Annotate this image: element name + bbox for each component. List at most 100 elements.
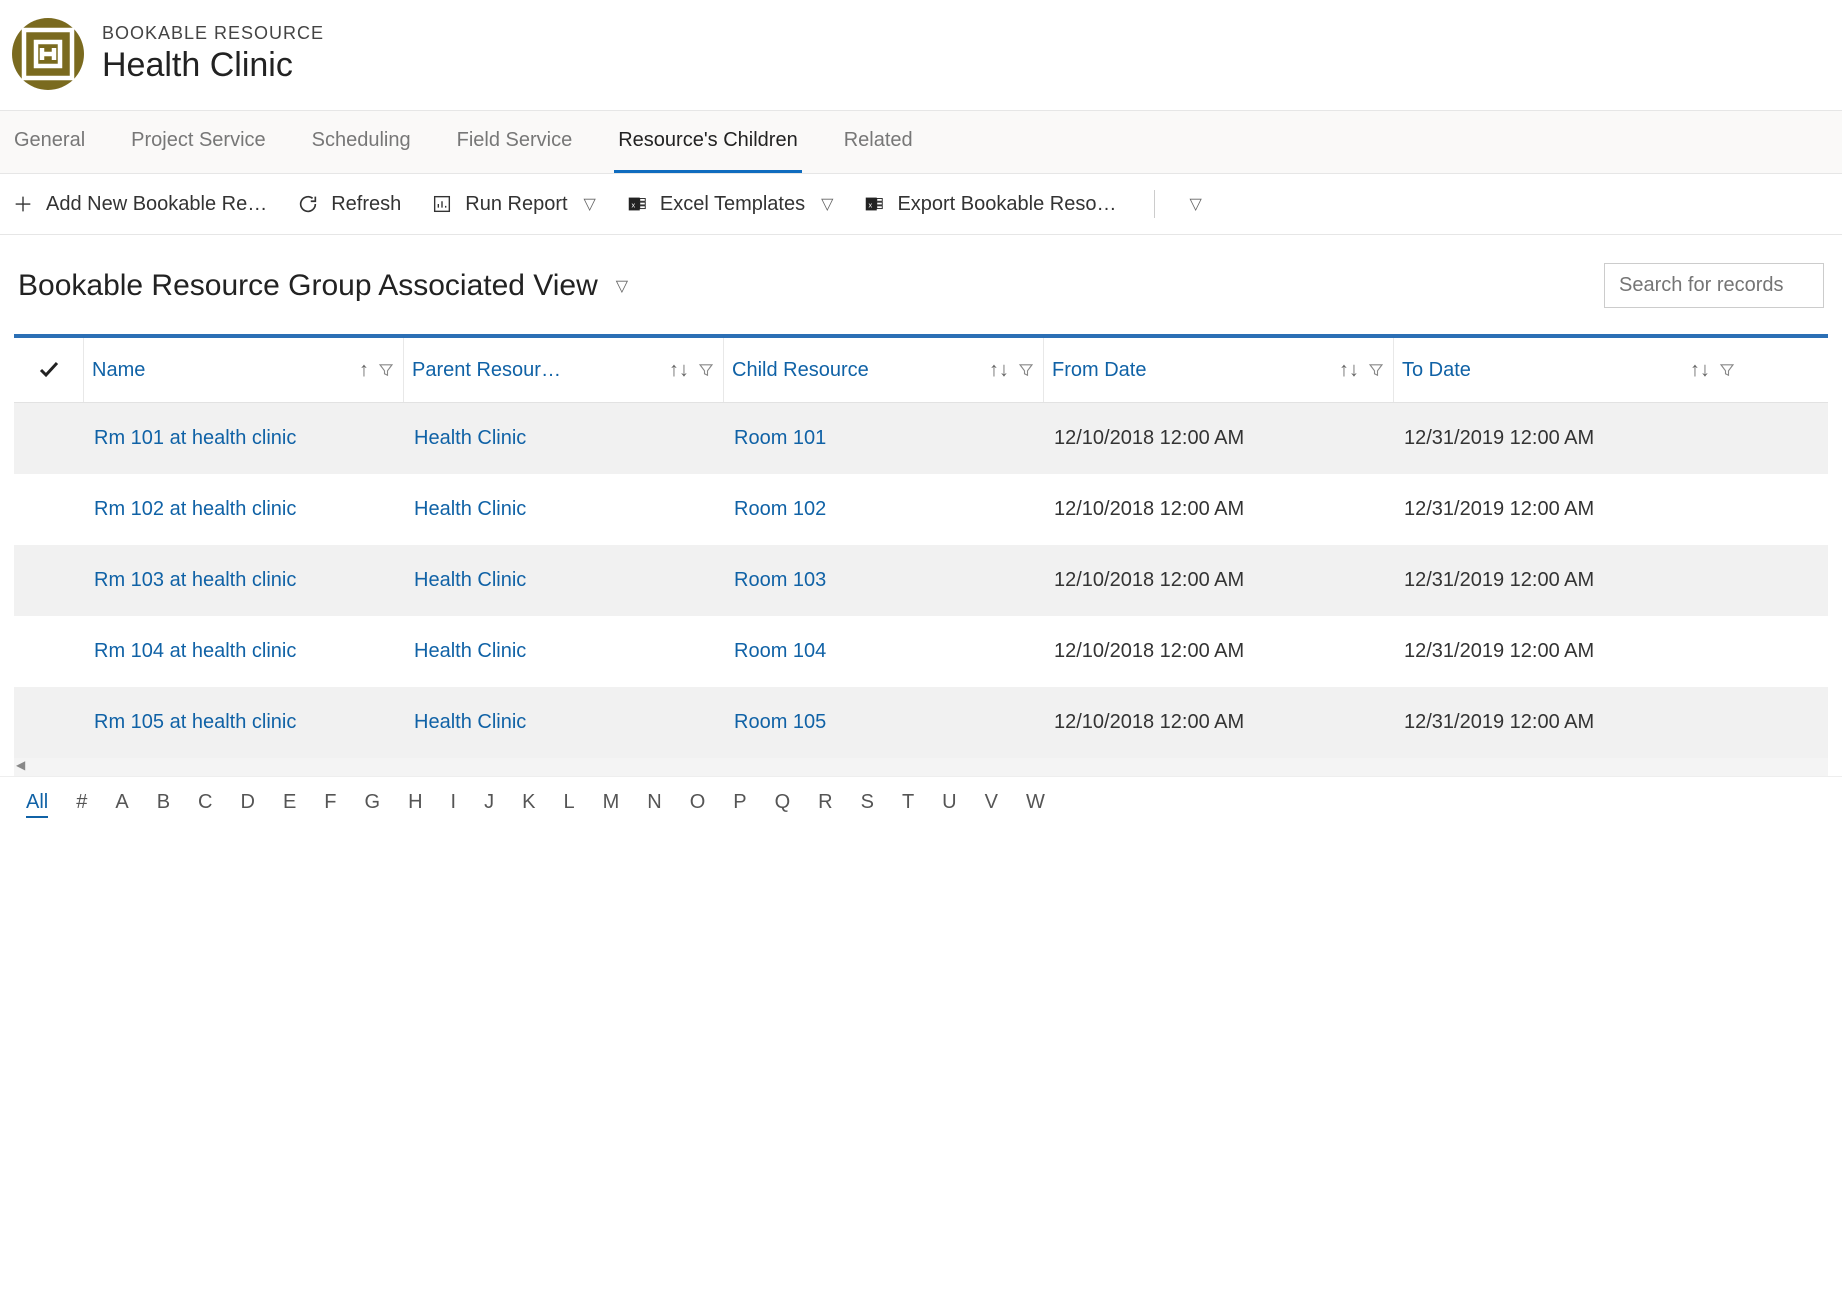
alpha-q[interactable]: Q: [775, 791, 791, 818]
cell-name[interactable]: Rm 105 at health clinic: [84, 687, 404, 758]
tab-general[interactable]: General: [10, 111, 89, 173]
cell-child[interactable]: Room 102: [724, 474, 1044, 545]
filter-icon[interactable]: [377, 361, 395, 379]
export-button[interactable]: x Export Bookable Reso…: [863, 193, 1116, 216]
search-input[interactable]: [1619, 274, 1809, 297]
alpha-u[interactable]: U: [942, 791, 956, 818]
alpha-d[interactable]: D: [241, 791, 255, 818]
cell-parent[interactable]: Health Clinic: [404, 403, 724, 474]
cell-parent[interactable]: Health Clinic: [404, 616, 724, 687]
alpha-f[interactable]: F: [324, 791, 336, 818]
alpha-l[interactable]: L: [563, 791, 574, 818]
cell-to: 12/31/2019 12:00 AM: [1394, 687, 1744, 758]
svg-text:x: x: [869, 201, 873, 210]
table-row[interactable]: Rm 104 at health clinic Health Clinic Ro…: [14, 616, 1828, 687]
grid-header: Name ↑ Parent Resour… ↑↓ Child Resource …: [14, 338, 1828, 403]
alpha-b[interactable]: B: [157, 791, 170, 818]
cell-from: 12/10/2018 12:00 AM: [1044, 545, 1394, 616]
alpha-filter-bar: All # A B C D E F G H I J K L M N O P Q …: [0, 776, 1842, 832]
cell-parent[interactable]: Health Clinic: [404, 687, 724, 758]
alpha-g[interactable]: G: [365, 791, 381, 818]
table-row[interactable]: Rm 103 at health clinic Health Clinic Ro…: [14, 545, 1828, 616]
tab-field-service[interactable]: Field Service: [453, 111, 577, 173]
alpha-all[interactable]: All: [26, 791, 48, 818]
row-selector[interactable]: [14, 474, 84, 545]
sort-asc-icon: ↑: [359, 359, 369, 382]
column-header-child-resource[interactable]: Child Resource ↑↓: [724, 338, 1044, 402]
search-box[interactable]: [1604, 263, 1824, 308]
plus-icon: [12, 193, 34, 215]
alpha-t[interactable]: T: [902, 791, 914, 818]
cell-parent[interactable]: Health Clinic: [404, 545, 724, 616]
tab-resources-children[interactable]: Resource's Children: [614, 111, 801, 173]
excel-templates-button[interactable]: x Excel Templates ▽: [626, 193, 834, 216]
refresh-label: Refresh: [331, 193, 401, 216]
view-selector[interactable]: Bookable Resource Group Associated View …: [18, 269, 628, 303]
excel-icon: x: [863, 193, 885, 215]
command-bar: Add New Bookable Re… Refresh Run Report …: [0, 174, 1842, 235]
view-bar: Bookable Resource Group Associated View …: [0, 235, 1842, 324]
alpha-a[interactable]: A: [115, 791, 128, 818]
row-selector[interactable]: [14, 687, 84, 758]
tab-scheduling[interactable]: Scheduling: [308, 111, 415, 173]
alpha-p[interactable]: P: [733, 791, 746, 818]
alpha-n[interactable]: N: [647, 791, 661, 818]
column-header-name[interactable]: Name ↑: [84, 338, 404, 402]
alpha-m[interactable]: M: [603, 791, 620, 818]
cell-child[interactable]: Room 101: [724, 403, 1044, 474]
cell-child[interactable]: Room 103: [724, 545, 1044, 616]
refresh-button[interactable]: Refresh: [297, 193, 401, 216]
run-report-button[interactable]: Run Report ▽: [431, 193, 596, 216]
alpha-w[interactable]: W: [1026, 791, 1045, 818]
cell-child[interactable]: Room 104: [724, 616, 1044, 687]
alpha-v[interactable]: V: [985, 791, 998, 818]
select-all-column[interactable]: [14, 338, 84, 402]
cell-name[interactable]: Rm 101 at health clinic: [84, 403, 404, 474]
filter-icon[interactable]: [1017, 361, 1035, 379]
cell-parent[interactable]: Health Clinic: [404, 474, 724, 545]
filter-icon[interactable]: [1367, 361, 1385, 379]
alpha-s[interactable]: S: [861, 791, 874, 818]
cell-name[interactable]: Rm 104 at health clinic: [84, 616, 404, 687]
alpha-r[interactable]: R: [818, 791, 832, 818]
chevron-down-icon: ▽: [616, 276, 628, 296]
table-row[interactable]: Rm 105 at health clinic Health Clinic Ro…: [14, 687, 1828, 758]
filter-icon[interactable]: [697, 361, 715, 379]
row-selector[interactable]: [14, 545, 84, 616]
tab-strip: General Project Service Scheduling Field…: [0, 110, 1842, 174]
more-commands-button[interactable]: ▽: [1185, 194, 1201, 214]
column-header-from-date[interactable]: From Date ↑↓: [1044, 338, 1394, 402]
cell-child[interactable]: Room 105: [724, 687, 1044, 758]
row-selector[interactable]: [14, 403, 84, 474]
run-report-label: Run Report: [465, 193, 567, 216]
command-separator: [1154, 190, 1155, 218]
alpha-hash[interactable]: #: [76, 791, 87, 818]
horizontal-scrollbar[interactable]: [14, 758, 1828, 776]
record-header: BOOKABLE RESOURCE Health Clinic: [0, 0, 1842, 110]
column-header-parent-resource[interactable]: Parent Resour… ↑↓: [404, 338, 724, 402]
cell-name[interactable]: Rm 102 at health clinic: [84, 474, 404, 545]
tab-project-service[interactable]: Project Service: [127, 111, 270, 173]
alpha-k[interactable]: K: [522, 791, 535, 818]
alpha-e[interactable]: E: [283, 791, 296, 818]
filter-icon[interactable]: [1718, 361, 1736, 379]
export-label: Export Bookable Reso…: [897, 193, 1116, 216]
table-row[interactable]: Rm 101 at health clinic Health Clinic Ro…: [14, 403, 1828, 474]
alpha-h[interactable]: H: [408, 791, 422, 818]
check-icon: [37, 358, 61, 382]
row-selector[interactable]: [14, 616, 84, 687]
alpha-j[interactable]: J: [484, 791, 494, 818]
add-new-button[interactable]: Add New Bookable Re…: [12, 193, 267, 216]
alpha-o[interactable]: O: [690, 791, 706, 818]
table-row[interactable]: Rm 102 at health clinic Health Clinic Ro…: [14, 474, 1828, 545]
sort-icon: ↑↓: [669, 359, 689, 382]
cell-from: 12/10/2018 12:00 AM: [1044, 687, 1394, 758]
chevron-down-icon: ▽: [1189, 194, 1201, 214]
cell-name[interactable]: Rm 103 at health clinic: [84, 545, 404, 616]
svg-text:x: x: [631, 201, 635, 210]
column-header-to-date[interactable]: To Date ↑↓: [1394, 338, 1744, 402]
sort-icon: ↑↓: [989, 359, 1009, 382]
alpha-c[interactable]: C: [198, 791, 212, 818]
alpha-i[interactable]: I: [451, 791, 457, 818]
tab-related[interactable]: Related: [840, 111, 917, 173]
